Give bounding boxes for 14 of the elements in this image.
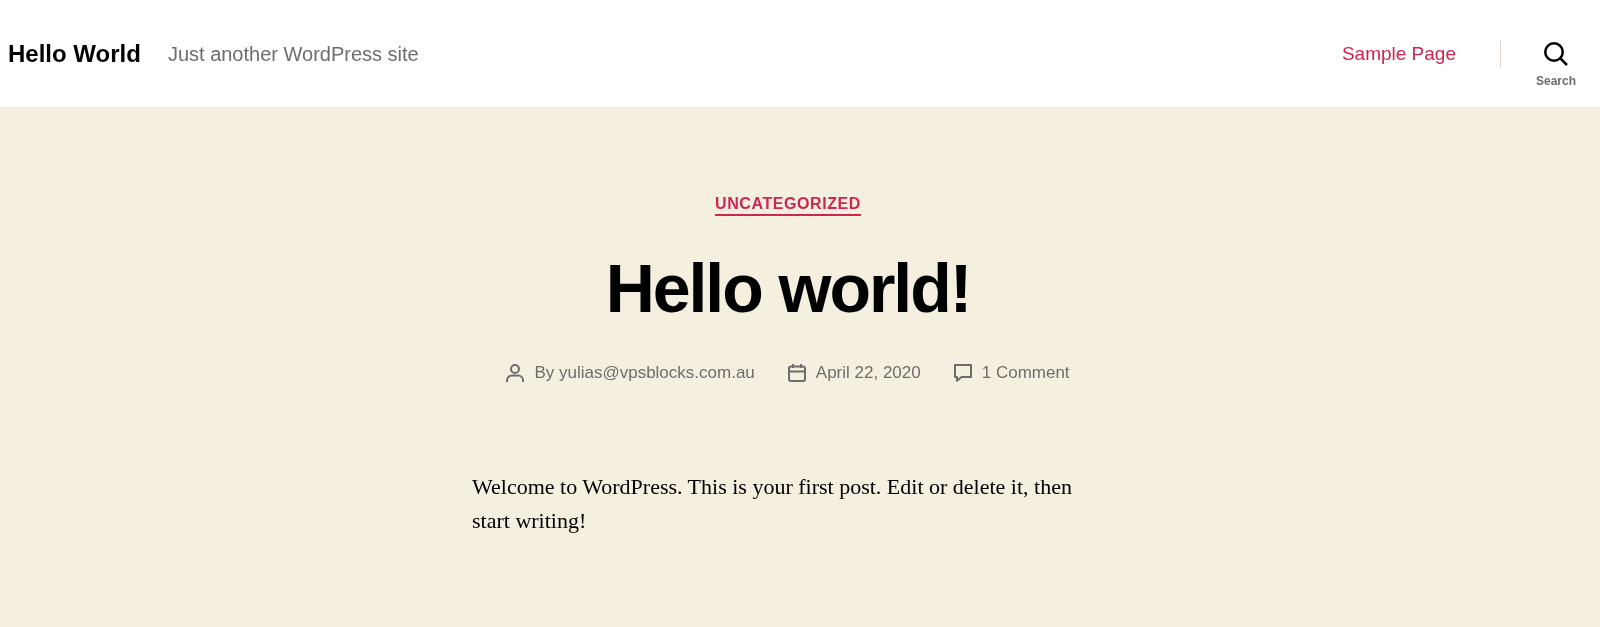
search-icon bbox=[1544, 42, 1568, 66]
date-link[interactable]: April 22, 2020 bbox=[815, 360, 921, 386]
comments-link[interactable]: 1 Comment bbox=[981, 360, 1070, 386]
site-title[interactable]: Hello World bbox=[8, 38, 141, 69]
search-button[interactable]: Search bbox=[1535, 42, 1576, 89]
person-icon bbox=[506, 364, 525, 382]
author-link[interactable]: By yulias@vpsblocks.com.au bbox=[534, 360, 755, 386]
post-title: Hello world! bbox=[605, 254, 971, 322]
site-tagline: Just another WordPress site bbox=[167, 41, 419, 67]
calendar-icon bbox=[787, 364, 806, 382]
speech-bubble-icon bbox=[953, 364, 972, 382]
category-link[interactable]: UNCATEGORIZED bbox=[715, 195, 861, 216]
post-paragraph: Welcome to WordPress. This is your first post. Edit or delete it, then start writing! bbox=[472, 473, 1073, 535]
nav-link[interactable]: Sample Page bbox=[1341, 40, 1456, 67]
